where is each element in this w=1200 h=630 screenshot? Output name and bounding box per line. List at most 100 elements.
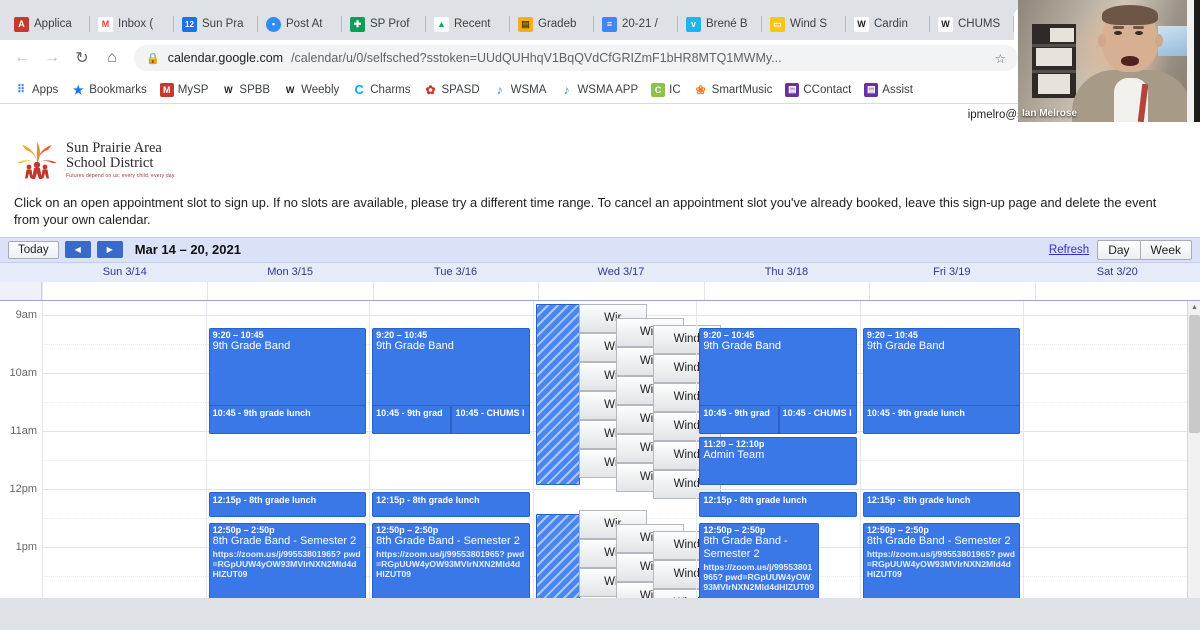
day-column-wed[interactable]: Wir Wir Wir Wir Wir Wir Win Win Win Win … [532, 300, 721, 598]
event-9th-grade-lunch[interactable]: 10:45 - 9th grad [372, 404, 452, 434]
tab-label: SP Prof [370, 18, 410, 30]
event-admin-team[interactable]: 11:20 – 12:10p Admin Team [699, 436, 857, 485]
bookmark-label: Bookmarks [89, 83, 147, 96]
day-column-thu[interactable]: 9:20 – 10:45 9th Grade Band 10:45 - 9th … [696, 300, 860, 598]
person-ear-left [1098, 34, 1106, 47]
sheets-icon: ✚ [350, 16, 365, 32]
bookmark-star-icon[interactable]: ☆ [995, 51, 1006, 66]
event-title: 9th Grade Band [866, 340, 945, 353]
browser-tab-10[interactable]: W Cardin [846, 8, 930, 40]
day-header-row: Sun 3/14 Mon 3/15 Tue 3/16 Wed 3/17 Thu … [0, 262, 1200, 282]
browser-tab-8[interactable]: v Brené B [678, 8, 762, 40]
person-mouth [1121, 56, 1139, 66]
bookmark-smartmusic[interactable]: ❀ SmartMusic [688, 80, 779, 100]
address-bar[interactable]: 🔒 calendar.google.com/calendar/u/0/selfs… [134, 45, 1018, 71]
event-title: 10:45 - 9th grade lunch [212, 407, 311, 418]
event-8th-grade-lunch[interactable]: 12:15p - 8th grade lunch [862, 491, 1021, 517]
bookmark-ic[interactable]: C IC [645, 80, 687, 100]
bookmark-apps[interactable]: ⠿ Apps [8, 80, 64, 100]
bookmark-wsma-app[interactable]: ♪ WSMA APP [553, 80, 644, 100]
event-time: 9:20 – 10:45 [212, 329, 264, 340]
calendar-scrollbar[interactable]: ▲ ▼ [1187, 300, 1200, 598]
day-view-button[interactable]: Day [1097, 239, 1140, 260]
day-column-tue[interactable]: 9:20 – 10:45 9th Grade Band 10:45 - 9th … [369, 300, 533, 598]
event-8th-grade-lunch[interactable]: 12:15p - 8th grade lunch [372, 491, 530, 517]
event-chums[interactable]: 10:45 - CHUMS l [778, 404, 857, 434]
time-gutter: 9am 10am 11am 12pm 1pm 2pm [0, 300, 42, 598]
browser-tab-5[interactable]: ▲ Recent [426, 8, 510, 40]
event-time: 12:50p – 2:50p [703, 524, 766, 535]
bookmark-mysp[interactable]: M MySP [154, 80, 215, 100]
all-day-cell[interactable] [1034, 281, 1200, 300]
all-day-cell[interactable] [703, 281, 869, 300]
day-column-sat[interactable] [1023, 300, 1188, 598]
day-column-sun[interactable] [42, 300, 206, 598]
day-column-fri[interactable]: 9:20 – 10:45 9th Grade Band 10:45 - 9th … [859, 300, 1024, 598]
all-day-cell[interactable] [207, 281, 372, 300]
event-8th-grade-band[interactable]: 12:50p – 2:50p 8th Grade Band - Semester… [372, 522, 530, 598]
event-chums[interactable]: 10:45 - CHUMS l [451, 404, 530, 434]
event-time: 12:50p – 2:50p [376, 524, 439, 535]
person-eye-left [1114, 31, 1122, 35]
home-icon[interactable]: ⌂ [98, 44, 126, 72]
bookmark-wsma[interactable]: ♪ WSMA [487, 80, 553, 100]
webcam-overlay[interactable]: Ian Melrose [1018, 0, 1200, 122]
all-day-cell[interactable] [42, 281, 207, 300]
event-zoom-link[interactable]: https://zoom.us/j/99553801965? pwd=RGpUU… [867, 549, 1017, 579]
event-zoom-link[interactable]: https://zoom.us/j/99553801965? pwd=RGpUU… [213, 549, 363, 579]
day-header-sat: Sat 3/20 [1096, 265, 1138, 278]
bookmark-weebly[interactable]: W Weebly [277, 80, 345, 100]
tab-label: Brené B [706, 18, 748, 30]
bookmark-ccontact[interactable]: ▤ CContact [779, 80, 857, 100]
event-8th-grade-lunch[interactable]: 12:15p - 8th grade lunch [208, 491, 367, 517]
browser-tab-0[interactable]: A Applica [6, 8, 90, 40]
lock-icon: 🔒 [146, 52, 160, 65]
back-icon[interactable]: ← [8, 44, 36, 72]
browser-tab-7[interactable]: ≡ 20-21 / [594, 8, 678, 40]
event-8th-grade-band[interactable]: 12:50p – 2:50p 8th Grade Band - Semester… [208, 522, 367, 598]
event-time: 9:20 – 10:45 [376, 329, 428, 340]
charms-icon: C [352, 82, 367, 97]
bookmark-spbb[interactable]: W SPBB [215, 80, 276, 100]
week-view-button[interactable]: Week [1139, 239, 1192, 260]
event-9th-grade-lunch[interactable]: 10:45 - 9th grade lunch [208, 404, 367, 434]
reload-icon[interactable]: ↻ [68, 44, 96, 72]
event-title: 10:45 - 9th grade lunch [866, 407, 965, 418]
all-day-cell[interactable] [538, 281, 703, 300]
browser-tab-4[interactable]: ✚ SP Prof [342, 8, 426, 40]
day-column-mon[interactable]: 9:20 – 10:45 9th Grade Band 10:45 - 9th … [205, 300, 370, 598]
today-button[interactable]: Today [8, 240, 59, 259]
scrollbar-thumb[interactable] [1189, 314, 1200, 433]
tab-label: 20-21 / [622, 18, 658, 30]
all-day-cell[interactable] [869, 281, 1034, 300]
event-8th-grade-lunch[interactable]: 12:15p - 8th grade lunch [699, 491, 857, 517]
person-hair [1102, 5, 1158, 25]
gutter-spacer [0, 263, 42, 282]
browser-tab-9[interactable]: ▭ Wind S [762, 8, 846, 40]
scroll-up-icon[interactable]: ▲ [1188, 301, 1200, 314]
event-9th-grade-lunch[interactable]: 10:45 - 9th grad [699, 404, 779, 434]
browser-tab-3[interactable]: ▪ Post At [258, 8, 342, 40]
next-week-button[interactable]: ▶ [96, 241, 123, 259]
all-day-gutter [0, 281, 42, 300]
event-8th-grade-band[interactable]: 12:50p – 2:50p 8th Grade Band - Semester… [862, 522, 1021, 598]
prev-week-button[interactable]: ◀ [64, 241, 91, 259]
bookmark-bookmarks[interactable]: ★ Bookmarks [65, 80, 153, 100]
bookmark-spasd[interactable]: ✿ SPASD [418, 80, 486, 100]
event-8th-grade-band[interactable]: 12:50p – 2:50p 8th Grade Band - Semester… [699, 522, 820, 598]
browser-tab-1[interactable]: M Inbox ( [90, 8, 174, 40]
browser-tab-11[interactable]: W CHUMS [930, 8, 1014, 40]
tab-label: Applica [34, 18, 72, 30]
refresh-link[interactable]: Refresh [1049, 244, 1089, 256]
event-zoom-link[interactable]: https://zoom.us/j/99553801965? pwd=RGpUU… [376, 549, 526, 579]
calendar-icon: 12 [182, 16, 197, 32]
bookmark-charms[interactable]: C Charms [346, 80, 416, 100]
bookmark-assist[interactable]: ▤ Assist [858, 80, 919, 100]
forward-icon[interactable]: → [38, 44, 66, 72]
all-day-cell[interactable] [372, 281, 538, 300]
browser-tab-6[interactable]: ▤ Gradeb [510, 8, 594, 40]
event-zoom-link[interactable]: https://zoom.us/j/99553801965? pwd=RGpUU… [703, 562, 815, 592]
event-9th-grade-lunch[interactable]: 10:45 - 9th grade lunch [862, 404, 1021, 434]
event-time: 12:50p – 2:50p [212, 524, 275, 535]
browser-tab-2[interactable]: 12 Sun Pra [174, 8, 258, 40]
